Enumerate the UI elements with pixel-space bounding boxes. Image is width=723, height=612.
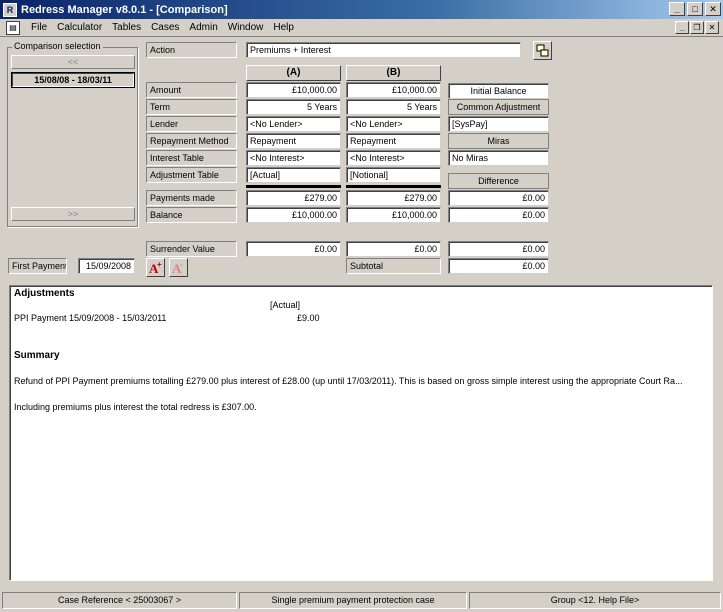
menu-window[interactable]: Window	[223, 22, 269, 33]
lender-label: Lender	[146, 116, 237, 132]
add-font-icon: A +	[149, 260, 162, 275]
minimize-button[interactable]: _	[669, 2, 685, 16]
term-a-field[interactable]: 5 Years	[246, 99, 341, 115]
column-a-header: (A)	[246, 65, 341, 81]
menu-help[interactable]: Help	[268, 22, 299, 33]
summary-line-1: Refund of PPI Payment premiums totalling…	[14, 376, 683, 386]
close-button[interactable]: ✕	[705, 2, 721, 16]
remove-font-icon: A -	[172, 260, 183, 275]
next-comparison-button[interactable]: >>	[11, 207, 135, 221]
adjustment-table-label: Adjustment Table	[146, 167, 237, 183]
miras-field[interactable]: No Miras	[448, 150, 549, 166]
add-font-button[interactable]: A +	[146, 258, 165, 277]
status-case-reference: Case Reference < 25003067 >	[2, 592, 237, 609]
amount-b-field[interactable]: £10,000.00	[346, 82, 441, 98]
menu-bar: ▤ File Calculator Tables Cases Admin Win…	[0, 19, 723, 37]
comparison-list-item[interactable]: 15/08/08 - 18/03/11	[11, 72, 135, 88]
adjustment-row-label: PPI Payment 15/09/2008 - 15/03/2011	[14, 313, 167, 323]
payments-made-a-field[interactable]: £279.00	[246, 190, 341, 206]
action-field[interactable]: Premiums + Interest	[246, 42, 521, 58]
balance-a-field[interactable]: £10,000.00	[246, 207, 341, 223]
subtotal-label: Subtotal	[346, 258, 441, 274]
lender-a-field[interactable]: <No Lender>	[246, 116, 341, 132]
interest-table-a-field[interactable]: <No Interest>	[246, 150, 341, 166]
interest-table-b-field[interactable]: <No Interest>	[346, 150, 441, 166]
adjustment-row-value: £9.00	[297, 313, 320, 323]
amount-label: Amount	[146, 82, 237, 98]
report-panel[interactable]: Adjustments [Actual] PPI Payment 15/09/2…	[9, 285, 713, 581]
summary-title: Summary	[14, 350, 60, 361]
mdi-restore-button[interactable]: ❐	[690, 21, 704, 34]
title-bar: R Redress Manager v8.0.1 - [Comparison] …	[0, 0, 723, 19]
surrender-value-a-field[interactable]: £0.00	[246, 241, 341, 257]
surrender-value-label: Surrender Value	[146, 241, 237, 257]
adjustment-table-b-field[interactable]: [Notional]	[346, 167, 441, 183]
menu-tables[interactable]: Tables	[107, 22, 146, 33]
adjustment-table-a-field[interactable]: [Actual]	[246, 167, 341, 183]
common-adjustment-label: Common Adjustment	[448, 99, 549, 115]
balance-b-field[interactable]: £10,000.00	[346, 207, 441, 223]
remove-font-button[interactable]: A -	[169, 258, 188, 277]
copy-button[interactable]	[533, 41, 552, 60]
surrender-value-diff-field[interactable]: £0.00	[448, 241, 549, 257]
balance-diff-field[interactable]: £0.00	[448, 207, 549, 223]
summary-line-2: Including premiums plus interest the tot…	[14, 402, 257, 412]
mdi-close-button[interactable]: ✕	[705, 21, 719, 34]
menu-cases[interactable]: Cases	[146, 22, 184, 33]
miras-header: Miras	[448, 133, 549, 149]
column-a-separator	[246, 185, 341, 188]
payments-made-label: Payments made	[146, 190, 237, 206]
status-bar: Case Reference < 25003067 > Single premi…	[0, 591, 723, 610]
repayment-method-label: Repayment Method	[146, 133, 237, 149]
repayment-method-b-field[interactable]: Repayment	[346, 133, 441, 149]
document-icon[interactable]: ▤	[6, 20, 20, 35]
app-icon[interactable]: R	[3, 2, 17, 17]
window-title: Redress Manager v8.0.1 - [Comparison]	[21, 3, 228, 16]
repayment-method-a-field[interactable]: Repayment	[246, 133, 341, 149]
amount-a-field[interactable]: £10,000.00	[246, 82, 341, 98]
svg-text:-: -	[180, 260, 183, 269]
adjustments-column-header: [Actual]	[270, 300, 301, 310]
first-payment-label: First Payment	[8, 258, 67, 274]
menu-calculator[interactable]: Calculator	[52, 22, 107, 33]
menu-file[interactable]: File	[26, 22, 52, 33]
comparison-selection-title: Comparison selection	[12, 41, 103, 51]
status-case-type: Single premium payment protection case	[239, 592, 467, 609]
action-label: Action	[146, 42, 237, 58]
interest-table-label: Interest Table	[146, 150, 237, 166]
menu-admin[interactable]: Admin	[184, 22, 222, 33]
term-b-field[interactable]: 5 Years	[346, 99, 441, 115]
status-group: Group <12. Help File>	[469, 592, 721, 609]
column-b-separator	[346, 185, 441, 188]
balance-label: Balance	[146, 207, 237, 223]
subtotal-field[interactable]: £0.00	[448, 258, 549, 274]
prev-comparison-button[interactable]: <<	[11, 55, 135, 69]
svg-text:+: +	[157, 260, 162, 269]
lender-b-field[interactable]: <No Lender>	[346, 116, 441, 132]
surrender-value-b-field[interactable]: £0.00	[346, 241, 441, 257]
syspay-field[interactable]: [SysPay]	[448, 116, 549, 132]
column-b-header: (B)	[346, 65, 441, 81]
first-payment-field[interactable]: 15/09/2008	[78, 258, 135, 274]
mdi-minimize-button[interactable]: _	[675, 21, 689, 34]
term-label: Term	[146, 99, 237, 115]
maximize-button[interactable]: □	[687, 2, 703, 16]
initial-balance-field[interactable]: Initial Balance	[448, 83, 549, 99]
copy-icon	[536, 44, 549, 57]
adjustments-title: Adjustments	[14, 288, 75, 299]
payments-made-b-field[interactable]: £279.00	[346, 190, 441, 206]
difference-header: Difference	[448, 173, 549, 189]
payments-made-diff-field[interactable]: £0.00	[448, 190, 549, 206]
